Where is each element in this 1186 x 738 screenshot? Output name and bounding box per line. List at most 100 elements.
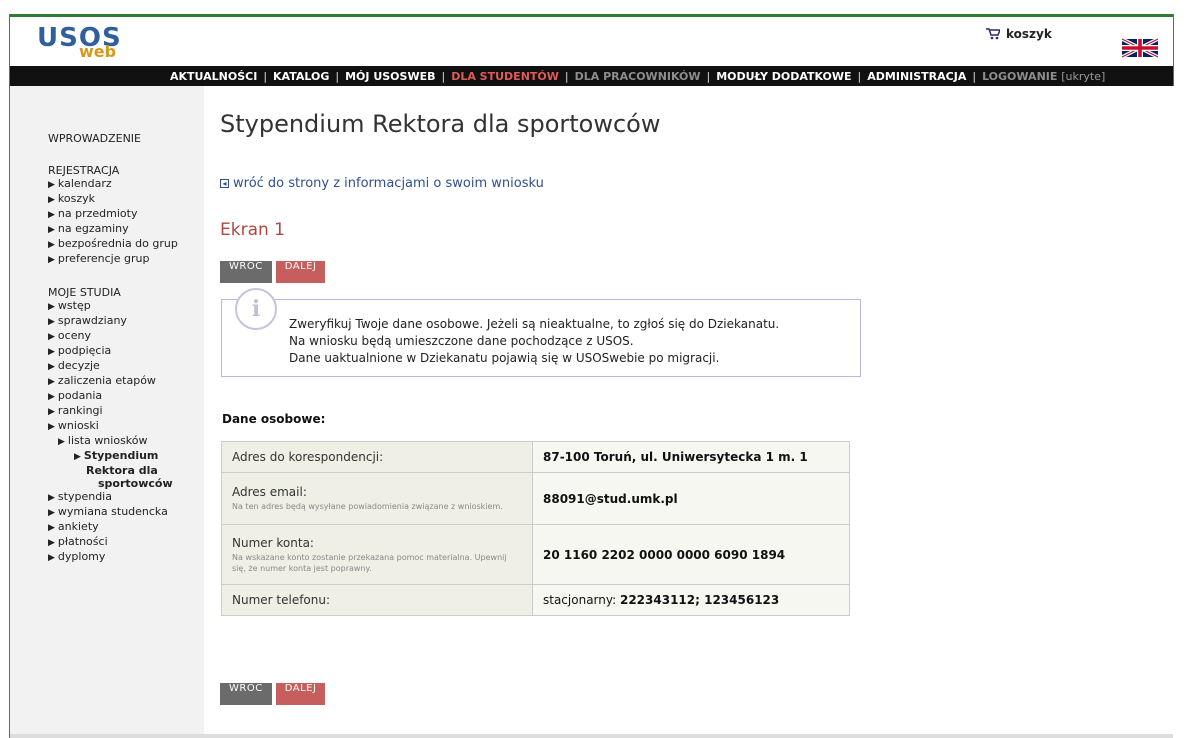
bullet-arrow-icon: ▶ bbox=[48, 195, 55, 205]
bullet-arrow-icon: ▶ bbox=[48, 302, 55, 312]
browser-frame: USOS web koszyk AKTUALNOŚCI | KATALOG | MÓ… bbox=[9, 14, 1175, 738]
nav-aktualnosci[interactable]: AKTUALNOŚCI bbox=[170, 70, 257, 83]
bullet-arrow-icon: ▶ bbox=[48, 523, 55, 533]
bullet-arrow-icon: ▶ bbox=[48, 422, 55, 432]
sidebar-item-wstep[interactable]: ▶ wstęp bbox=[48, 299, 178, 314]
button-row-top: WRÓĆ DALEJ bbox=[220, 261, 326, 283]
sidebar-item-koszyk[interactable]: ▶ koszyk bbox=[48, 192, 178, 207]
info-text: Zweryfikuj Twoje dane osobowe. Jeżeli są… bbox=[289, 316, 779, 367]
info-box: i Zweryfikuj Twoje dane osobowe. Jeżeli … bbox=[221, 288, 861, 377]
row-note: Na ten adres będą wysyłane powiadomienia… bbox=[232, 502, 503, 511]
sidebar-item-ankiety[interactable]: ▶ ankiety bbox=[48, 520, 178, 535]
sidebar-item-stypendia[interactable]: ▶ stypendia bbox=[48, 490, 178, 505]
sidebar-item-podpiecia[interactable]: ▶ podpięcia bbox=[48, 344, 178, 359]
row-value-text: 222343112; 123456123 bbox=[619, 593, 780, 607]
bullet-arrow-icon: ▶ bbox=[74, 452, 81, 462]
row-value: 87-100 Toruń, ul. Uniwersytecka 1 m. 1 bbox=[532, 441, 850, 473]
sidebar-item-wprowadzenie[interactable]: WPROWADZENIE bbox=[48, 132, 178, 145]
bullet-arrow-icon: ▶ bbox=[48, 377, 55, 387]
sidebar-item-current[interactable]: ▶ Stypendium bbox=[48, 449, 178, 464]
personal-data-table: Adres do korespondencji: 87-100 Toruń, u… bbox=[221, 441, 850, 616]
cart-label: koszyk bbox=[1006, 27, 1052, 41]
nav-separator: | bbox=[706, 69, 711, 83]
bullet-arrow-icon: ▶ bbox=[48, 407, 55, 417]
sidebar-item-oceny[interactable]: ▶ oceny bbox=[48, 329, 178, 344]
sidebar-header-rejestracja[interactable]: REJESTRACJA bbox=[48, 164, 178, 177]
bullet-arrow-icon: ▶ bbox=[48, 180, 55, 190]
row-label: Numer konta: Na wskazane konto zostanie … bbox=[221, 524, 533, 585]
table-row: Numer telefonu: stacjonarny: 222343112; … bbox=[221, 584, 850, 616]
back-button[interactable]: WRÓĆ bbox=[220, 683, 272, 705]
sidebar-item-kalendarz[interactable]: ▶ kalendarz bbox=[48, 177, 178, 192]
bullet-arrow-icon: ▶ bbox=[48, 317, 55, 327]
sidebar-item-dyplomy[interactable]: ▶ dyplomy bbox=[48, 550, 178, 565]
bullet-arrow-icon: ▶ bbox=[58, 437, 65, 447]
table-row: Adres do korespondencji: 87-100 Toruń, u… bbox=[221, 441, 850, 473]
bullet-arrow-icon: ▶ bbox=[48, 493, 55, 503]
sidebar-item-bezposrednia[interactable]: ▶ bezpośrednia do grup bbox=[48, 237, 178, 252]
nav-dla-pracownikow[interactable]: DLA PRACOWNIKÓW bbox=[575, 70, 701, 83]
nav-separator: | bbox=[263, 69, 268, 83]
sidebar-item-wnioski[interactable]: ▶ wnioski bbox=[48, 419, 178, 434]
usosweb-logo[interactable]: USOS web bbox=[37, 23, 121, 61]
sidebar-item-wymiana[interactable]: ▶ wymiana studencka bbox=[48, 505, 178, 520]
next-button[interactable]: DALEJ bbox=[275, 261, 326, 283]
bullet-arrow-icon: ▶ bbox=[48, 508, 55, 518]
screen-title: Ekran 1 bbox=[220, 220, 285, 240]
section-title: Dane osobowe: bbox=[222, 412, 326, 426]
back-to-application-link[interactable]: ◂ wróć do strony z informacjami o swoim … bbox=[220, 176, 544, 191]
cart-link[interactable]: koszyk bbox=[986, 27, 1052, 41]
back-button[interactable]: WRÓĆ bbox=[220, 261, 272, 283]
nav-moj-usosweb[interactable]: MÓJ USOSWEB bbox=[345, 70, 435, 83]
nav-separator: | bbox=[564, 69, 569, 83]
sidebar-item-lista-wnioskow[interactable]: ▶ lista wniosków bbox=[48, 434, 178, 449]
main-navigation: AKTUALNOŚCI | KATALOG | MÓJ USOSWEB | DLA S… bbox=[10, 66, 1173, 86]
sidebar-item-platnosci[interactable]: ▶ płatności bbox=[48, 535, 178, 550]
info-line: Na wniosku będą umieszczone dane pochodz… bbox=[289, 334, 634, 348]
row-label: Adres email: Na ten adres będą wysyłane … bbox=[221, 472, 533, 525]
sidebar-item-decyzje[interactable]: ▶ decyzje bbox=[48, 359, 178, 374]
page-title: Stypendium Rektora dla sportowców bbox=[220, 110, 661, 138]
nav-moduly-dodatkowe[interactable]: MODUŁY DODATKOWE bbox=[716, 70, 851, 83]
nav-separator: | bbox=[335, 69, 340, 83]
bullet-arrow-icon: ▶ bbox=[48, 347, 55, 357]
nav-hidden-note: [ukryte] bbox=[1061, 69, 1106, 83]
bullet-arrow-icon: ▶ bbox=[48, 240, 55, 250]
row-note: Na wskazane konto zostanie przekazana po… bbox=[232, 552, 507, 573]
nav-separator: | bbox=[972, 69, 977, 83]
sidebar-item-sprawdziany[interactable]: ▶ sprawdziany bbox=[48, 314, 178, 329]
info-line: Zweryfikuj Twoje dane osobowe. Jeżeli są… bbox=[289, 317, 780, 331]
next-button[interactable]: DALEJ bbox=[275, 683, 326, 705]
nav-administracja[interactable]: ADMINISTRACJA bbox=[867, 70, 966, 83]
sidebar-item-na-przedmioty[interactable]: ▶ na przedmioty bbox=[48, 207, 178, 222]
sidebar-item-current-line3[interactable]: sportowców bbox=[48, 477, 178, 490]
sidebar-item-zaliczenia[interactable]: ▶ zaliczenia etapów bbox=[48, 374, 178, 389]
sidebar-item-rankingi[interactable]: ▶ rankingi bbox=[48, 404, 178, 419]
cart-icon bbox=[986, 28, 1000, 40]
nav-katalog[interactable]: KATALOG bbox=[273, 70, 329, 83]
button-row-bottom: WRÓĆ DALEJ bbox=[220, 683, 326, 705]
uk-flag-icon[interactable] bbox=[1122, 38, 1158, 58]
bullet-arrow-icon: ▶ bbox=[48, 210, 55, 220]
nav-separator: | bbox=[857, 69, 862, 83]
table-row: Adres email: Na ten adres będą wysyłane … bbox=[221, 472, 850, 525]
sidebar-item-podania[interactable]: ▶ podania bbox=[48, 389, 178, 404]
info-line: Dane uaktualnione w Dziekanatu pojawią s… bbox=[289, 351, 720, 365]
row-value: stacjonarny: 222343112; 123456123 bbox=[532, 584, 850, 616]
row-label: Adres do korespondencji: bbox=[221, 441, 533, 473]
sidebar-header-moje-studia[interactable]: MOJE STUDIA bbox=[48, 286, 178, 299]
nav-dla-studentow[interactable]: DLA STUDENTÓW bbox=[451, 70, 559, 83]
back-arrow-icon: ◂ bbox=[220, 179, 229, 188]
row-label-text: Numer konta: bbox=[232, 535, 314, 550]
bullet-arrow-icon: ▶ bbox=[48, 538, 55, 548]
sidebar-item-preferencje[interactable]: ▶ preferencje grup bbox=[48, 252, 178, 267]
bullet-arrow-icon: ▶ bbox=[48, 255, 55, 265]
bullet-arrow-icon: ▶ bbox=[48, 553, 55, 563]
bullet-arrow-icon: ▶ bbox=[48, 225, 55, 235]
sidebar-item-na-egzaminy[interactable]: ▶ na egzaminy bbox=[48, 222, 178, 237]
bullet-arrow-icon: ▶ bbox=[48, 392, 55, 402]
back-link-label: wróć do strony z informacjami o swoim wn… bbox=[233, 176, 544, 191]
row-label: Numer telefonu: bbox=[221, 584, 533, 616]
sidebar-item-current-line2[interactable]: Rektora dla bbox=[48, 464, 178, 477]
nav-logowanie[interactable]: LOGOWANIE bbox=[982, 70, 1057, 83]
